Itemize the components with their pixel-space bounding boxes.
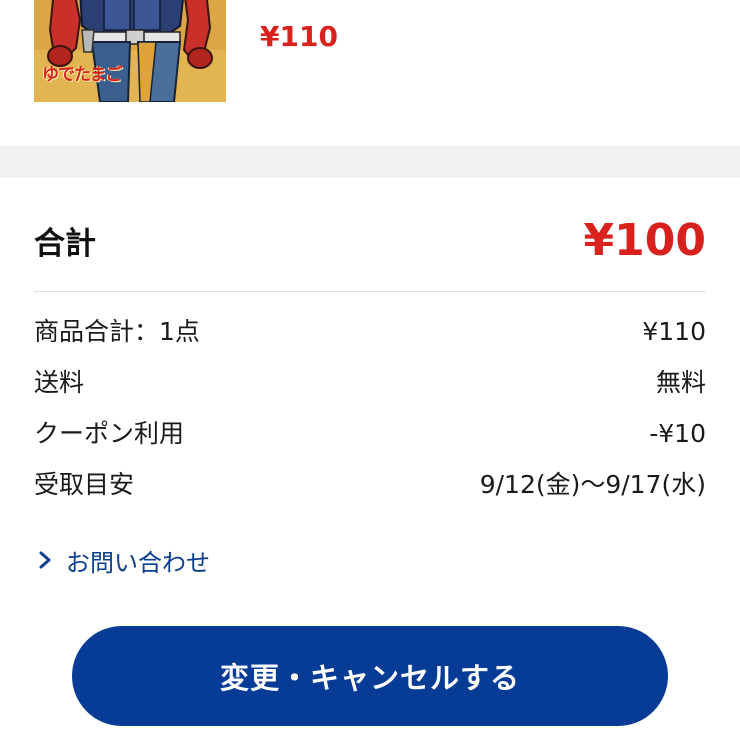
breakdown-row-subtotal: 商品合計：1点 ¥110 bbox=[34, 310, 706, 361]
shipping-value: 無料 bbox=[655, 368, 706, 397]
total-row: 合計 ¥100 bbox=[34, 212, 706, 272]
product-price: ¥110 bbox=[260, 20, 338, 53]
order-detail-page: ゆでたまご ¥110 合計 ¥100 商品合計：1点 ¥110 送料 無料 クー… bbox=[0, 0, 740, 740]
subtotal-label: 商品合計：1点 bbox=[34, 317, 200, 346]
coupon-value: -¥10 bbox=[649, 419, 706, 448]
coupon-label: クーポン利用 bbox=[34, 419, 185, 448]
product-row: ゆでたまご ¥110 bbox=[0, 0, 740, 146]
thumbnail-caption: ゆでたまご bbox=[42, 65, 122, 85]
delivery-estimate-value: 9/12(金)〜9/17(水) bbox=[479, 470, 706, 499]
inquiry-link[interactable]: お問い合わせ bbox=[34, 538, 210, 582]
subtotal-value: ¥110 bbox=[642, 317, 706, 346]
delivery-estimate-label: 受取目安 bbox=[34, 470, 135, 499]
total-value: ¥100 bbox=[583, 215, 706, 266]
breakdown-row-delivery-estimate: 受取目安 9/12(金)〜9/17(水) bbox=[34, 463, 706, 514]
price-breakdown-list: 商品合計：1点 ¥110 送料 無料 クーポン利用 -¥10 受取目安 9/12… bbox=[34, 310, 706, 514]
shipping-label: 送料 bbox=[34, 368, 85, 397]
total-label: 合計 bbox=[34, 226, 96, 262]
divider bbox=[34, 291, 706, 292]
comic-figure-image bbox=[34, 0, 226, 102]
chevron-right-icon bbox=[39, 551, 51, 569]
breakdown-row-coupon: クーポン利用 -¥10 bbox=[34, 412, 706, 463]
section-separator bbox=[0, 146, 740, 178]
change-cancel-button[interactable]: 変更・キャンセルする bbox=[72, 626, 668, 726]
product-thumbnail[interactable]: ゆでたまご bbox=[34, 0, 226, 102]
breakdown-row-shipping: 送料 無料 bbox=[34, 361, 706, 412]
inquiry-link-label: お問い合わせ bbox=[66, 548, 210, 577]
